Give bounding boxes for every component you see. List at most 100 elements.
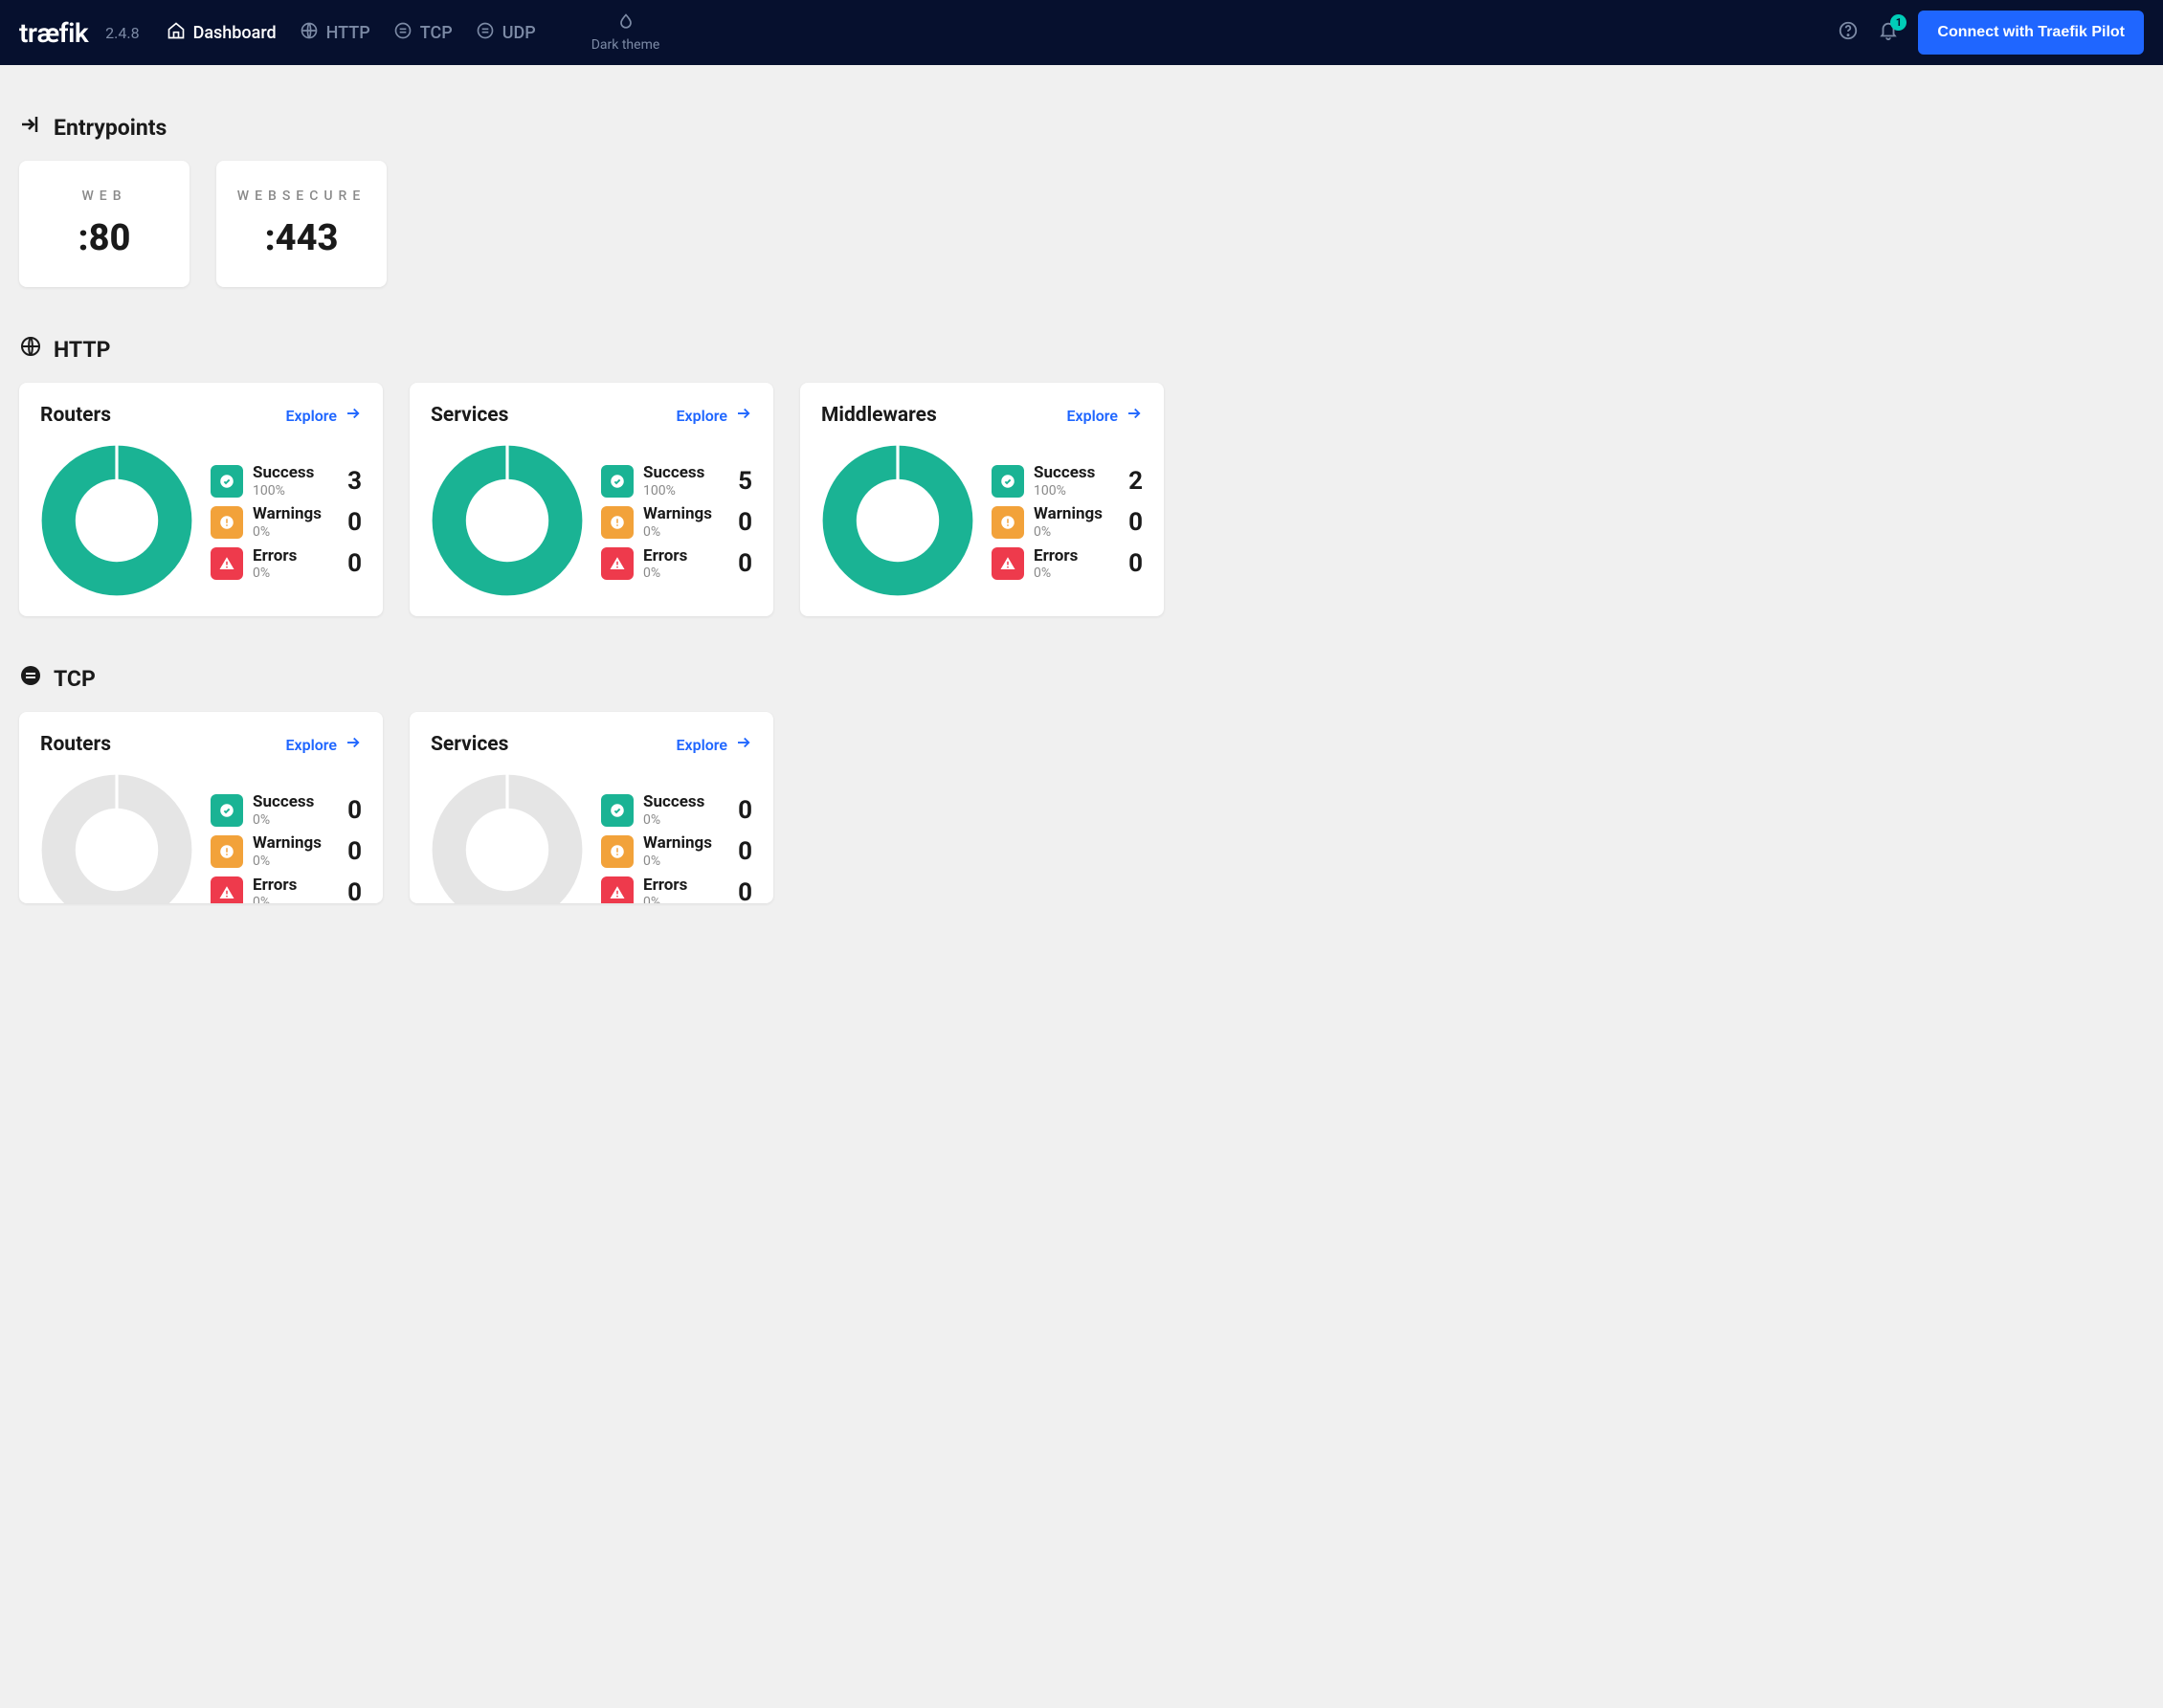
success-icon <box>211 465 243 498</box>
explore-label: Explore <box>285 736 337 754</box>
nav-udp[interactable]: UDP <box>476 21 536 45</box>
legend-count: 0 <box>727 796 752 825</box>
top-nav: Dashboard HTTP TCP UDP <box>167 21 536 45</box>
globe-icon <box>19 335 42 364</box>
section-title: TCP <box>54 666 96 692</box>
legend-label: Success <box>253 792 327 811</box>
nav-label: UDP <box>502 23 536 43</box>
legend-row-warning: Warnings 0% 0 <box>211 504 362 540</box>
legend-percent: 100% <box>1034 483 1108 499</box>
legend-percent: 0% <box>1034 566 1108 582</box>
stat-card: Routers Explore Success 0% 0 Warnings 0%… <box>19 712 383 903</box>
legend-percent: 0% <box>253 812 327 829</box>
warning-icon <box>992 506 1024 539</box>
explore-label: Explore <box>676 736 727 754</box>
stat-card: Routers Explore Success 100% 3 Warnings … <box>19 383 383 616</box>
legend-row-warning: Warnings 0% 0 <box>601 833 752 869</box>
success-icon <box>992 465 1024 498</box>
arrow-right-icon <box>735 734 752 755</box>
section-title: Entrypoints <box>54 115 167 141</box>
explore-label: Explore <box>676 407 727 425</box>
notification-badge: 1 <box>1890 14 1907 31</box>
nav-label: HTTP <box>326 23 370 43</box>
nav-http[interactable]: HTTP <box>300 21 370 45</box>
donut-chart <box>431 773 584 903</box>
entrypoint-name: WEB <box>81 189 126 204</box>
legend: Success 100% 2 Warnings 0% 0 Errors 0% 0 <box>992 463 1143 582</box>
legend-label: Errors <box>253 876 327 895</box>
card-title: Services <box>431 404 508 427</box>
warning-icon <box>601 506 634 539</box>
section-header: Entrypoints <box>19 113 2144 142</box>
success-icon <box>601 794 634 827</box>
donut-chart <box>40 444 193 601</box>
legend-row-warning: Warnings 0% 0 <box>601 504 752 540</box>
notifications-button[interactable]: 1 <box>1878 20 1899 45</box>
arrow-right-icon <box>345 734 362 755</box>
explore-link[interactable]: Explore <box>285 734 362 755</box>
legend-count: 0 <box>727 837 752 866</box>
legend-label: Warnings <box>253 504 327 523</box>
donut-chart <box>40 773 193 903</box>
theme-label: Dark theme <box>591 37 660 53</box>
explore-link[interactable]: Explore <box>676 734 752 755</box>
arrow-right-icon <box>735 405 752 426</box>
entrypoint-port: :443 <box>265 217 339 259</box>
section-header: TCP <box>19 664 2144 693</box>
legend-row-warning: Warnings 0% 0 <box>992 504 1143 540</box>
legend-count: 0 <box>727 508 752 537</box>
globe-icon <box>300 21 319 45</box>
stat-card: Services Explore Success 0% 0 Warnings 0… <box>410 712 773 903</box>
legend-label: Warnings <box>643 833 718 853</box>
entrypoint-port: :80 <box>78 217 131 259</box>
connect-pilot-button[interactable]: Connect with Traefik Pilot <box>1918 11 2144 55</box>
explore-link[interactable]: Explore <box>676 405 752 426</box>
legend: Success 100% 5 Warnings 0% 0 Errors 0% 0 <box>601 463 752 582</box>
legend-count: 3 <box>337 467 362 496</box>
warning-icon <box>211 835 243 868</box>
help-button[interactable] <box>1838 20 1859 45</box>
explore-link[interactable]: Explore <box>285 405 362 426</box>
entrypoints-section: Entrypoints WEB :80 WEBSECURE :443 <box>19 84 2144 287</box>
legend-count: 0 <box>337 508 362 537</box>
legend-percent: 0% <box>253 524 327 541</box>
theme-toggle[interactable]: Dark theme <box>591 12 660 53</box>
legend-label: Success <box>643 792 718 811</box>
legend-percent: 0% <box>253 566 327 582</box>
legend-label: Success <box>253 463 327 482</box>
legend-row-success: Success 100% 2 <box>992 463 1143 499</box>
entrypoint-card[interactable]: WEBSECURE :443 <box>216 161 387 287</box>
legend-label: Errors <box>643 876 718 895</box>
legend-count: 0 <box>1118 508 1143 537</box>
legend-percent: 100% <box>643 483 718 499</box>
legend-count: 0 <box>337 796 362 825</box>
error-icon <box>601 876 634 903</box>
brand-logo: træfik <box>19 17 88 49</box>
main-content: Entrypoints WEB :80 WEBSECURE :443 HTTP … <box>0 65 2163 942</box>
error-icon <box>992 547 1024 580</box>
droplet-icon <box>616 12 636 35</box>
legend-label: Warnings <box>253 833 327 853</box>
legend-label: Errors <box>643 546 718 566</box>
legend-percent: 0% <box>643 895 718 903</box>
legend-row-success: Success 100% 5 <box>601 463 752 499</box>
legend-percent: 0% <box>643 524 718 541</box>
warning-icon <box>601 835 634 868</box>
legend-count: 0 <box>337 837 362 866</box>
entrypoint-card[interactable]: WEB :80 <box>19 161 190 287</box>
nav-tcp[interactable]: TCP <box>393 21 453 45</box>
explore-link[interactable]: Explore <box>1066 405 1143 426</box>
donut-chart <box>431 444 584 601</box>
card-title: Middlewares <box>821 404 937 427</box>
legend-row-success: Success 0% 0 <box>601 792 752 828</box>
entrypoint-name: WEBSECURE <box>237 189 366 204</box>
legend-count: 0 <box>1118 549 1143 578</box>
nav-label: Dashboard <box>193 23 277 43</box>
nav-dashboard[interactable]: Dashboard <box>167 21 277 45</box>
legend-count: 0 <box>727 549 752 578</box>
legend-percent: 0% <box>1034 524 1108 541</box>
error-icon <box>211 547 243 580</box>
legend-row-error: Errors 0% 0 <box>211 876 362 903</box>
swap-icon <box>19 664 42 693</box>
legend-row-warning: Warnings 0% 0 <box>211 833 362 869</box>
